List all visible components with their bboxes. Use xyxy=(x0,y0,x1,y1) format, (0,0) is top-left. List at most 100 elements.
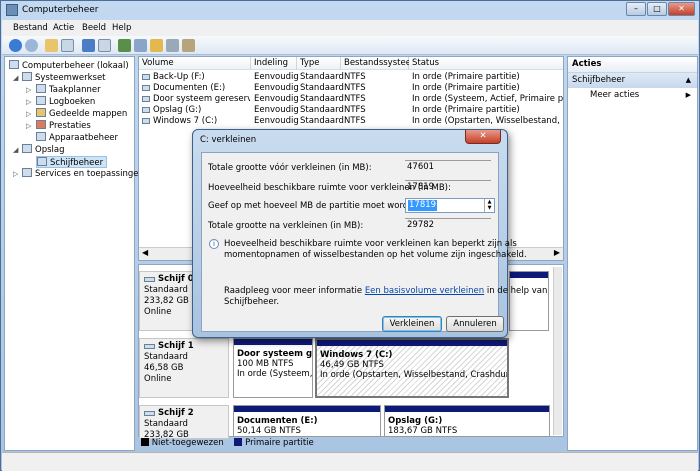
refresh-icon[interactable] xyxy=(118,39,131,52)
window-title: Computerbeheer xyxy=(22,5,99,15)
collapse-icon[interactable]: ◢ xyxy=(13,146,18,154)
navigation-tree: Computerbeheer (lokaal) ◢ Systeemwerkset… xyxy=(4,56,144,451)
column-header-bestandssysteem[interactable]: Bestandssysteem xyxy=(341,57,419,70)
partition-documenten-e[interactable]: Documenten (E:) 50,14 GB NTFS xyxy=(233,405,381,437)
submenu-arrow-icon: ▶ xyxy=(685,91,691,99)
tree-item-apparaatbeheer[interactable]: Apparaatbeheer xyxy=(36,132,118,144)
show-tree-icon[interactable] xyxy=(61,39,74,52)
disk-management-icon xyxy=(37,157,47,166)
cancel-button[interactable]: Annuleren xyxy=(446,316,504,332)
help-icon[interactable] xyxy=(82,39,95,52)
collapse-up-icon[interactable]: ▲ xyxy=(686,73,691,87)
shared-folder-icon xyxy=(36,108,46,117)
volume-icon xyxy=(142,74,150,80)
disk-icon[interactable] xyxy=(134,39,147,52)
dialog-title: C: verkleinen xyxy=(200,135,257,145)
column-header-volume[interactable]: Volume xyxy=(139,57,251,70)
tree-item-prestaties[interactable]: Prestaties xyxy=(36,120,91,132)
tools-icon xyxy=(22,72,32,81)
total-after-value: 29782 xyxy=(405,218,491,231)
info-text-2: momentopnamen of wisselbestanden op het … xyxy=(224,250,527,260)
services-icon xyxy=(22,168,32,177)
toolbar xyxy=(2,36,698,55)
expand-icon[interactable]: ▷ xyxy=(26,110,31,118)
vertical-scrollbar[interactable] xyxy=(553,267,562,435)
spin-down-icon[interactable]: ▼ xyxy=(484,205,494,212)
legend: Niet-toegewezen Primaire partitie xyxy=(141,438,314,450)
tree-item-logboeken[interactable]: Logboeken xyxy=(36,96,95,108)
up-folder-icon[interactable] xyxy=(45,39,58,52)
volume-icon xyxy=(142,85,150,91)
help-text-2: Schijfbeheer. xyxy=(224,297,280,307)
tree-item-gedeelde-mappen[interactable]: Gedeelde mappen xyxy=(36,108,127,120)
expand-icon[interactable]: ▷ xyxy=(13,170,18,178)
info-text-1: Hoeveelheid beschikbare ruimte voor verk… xyxy=(224,239,517,249)
available-value: 17819 xyxy=(405,180,491,193)
hard-disk-icon xyxy=(144,277,155,282)
collapse-icon[interactable]: ◢ xyxy=(13,74,18,82)
performance-icon xyxy=(36,120,46,129)
actions-pane: Acties Schijfbeheer ▲ Meer acties ▶ xyxy=(567,56,698,451)
expand-icon[interactable]: ▷ xyxy=(26,122,31,130)
menu-actie[interactable]: Actie xyxy=(53,23,74,33)
menu-bar: Bestand Actie Beeld Help xyxy=(2,20,698,36)
dialog-close-button[interactable]: ✕ xyxy=(465,130,501,144)
search-icon[interactable] xyxy=(166,39,179,52)
log-icon xyxy=(36,96,46,105)
clock-icon xyxy=(36,84,46,93)
volume-icon xyxy=(142,107,150,113)
total-before-label: Totale grootte vóór verkleinen (in MB): xyxy=(208,163,372,173)
column-header-indeling[interactable]: Indeling xyxy=(251,57,297,70)
shrink-button[interactable]: Verkleinen xyxy=(382,316,442,332)
open-folder-icon[interactable] xyxy=(150,39,163,52)
column-header-type[interactable]: Type xyxy=(297,57,341,70)
status-bar xyxy=(2,452,698,471)
dialog-body: Totale grootte vóór verkleinen (in MB): … xyxy=(201,152,547,332)
tree-item-systeemwerkset[interactable]: Systeemwerkset xyxy=(22,72,106,84)
volume-icon xyxy=(142,118,150,124)
tree-item-services[interactable]: Services en toepassingen xyxy=(22,168,144,180)
help-link[interactable]: Een basisvolume verkleinen xyxy=(365,286,484,296)
hard-disk-icon xyxy=(144,344,155,349)
partition-disk0-tail[interactable] xyxy=(509,271,549,331)
hard-disk-icon xyxy=(144,411,155,416)
properties-icon[interactable] xyxy=(98,39,111,52)
partition-windows7-c[interactable]: Windows 7 (C:) 46,49 GB NTFS In orde (Op… xyxy=(315,338,509,398)
disk-1-label[interactable]: Schijf 1 Standaard 46,58 GB Online xyxy=(139,338,229,398)
partition-opslag-g[interactable]: Opslag (G:) 183,67 GB NTFS xyxy=(384,405,550,437)
partition-system-reserved[interactable]: Door systeem gere 100 MB NTFS In orde (S… xyxy=(233,338,313,398)
computer-management-icon xyxy=(6,4,18,16)
scroll-left-icon[interactable]: ◀ xyxy=(142,248,148,257)
menu-beeld[interactable]: Beeld xyxy=(82,23,106,33)
shrink-dialog: C: verkleinen ✕ Totale grootte vóór verk… xyxy=(192,129,547,338)
device-manager-icon xyxy=(36,132,46,141)
maximize-button[interactable]: □ xyxy=(647,2,667,16)
tree-item-computerbeheer[interactable]: Computerbeheer (lokaal) xyxy=(9,60,129,72)
back-icon[interactable] xyxy=(9,39,22,52)
scroll-right-icon[interactable]: ▶ xyxy=(554,248,560,257)
shrink-amount-input[interactable]: 17819 ▲ ▼ xyxy=(405,198,495,213)
tree-item-taakplanner[interactable]: Taakplanner xyxy=(36,84,101,96)
unallocated-swatch xyxy=(141,438,149,446)
disk-2-label[interactable]: Schijf 2 Standaard 233,82 GB xyxy=(139,405,229,439)
forward-icon[interactable] xyxy=(25,39,38,52)
computer-icon xyxy=(9,60,19,69)
tree-item-schijfbeheer[interactable]: Schijfbeheer xyxy=(36,156,108,168)
tree-item-opslag[interactable]: Opslag xyxy=(22,144,64,156)
help-text: Raadpleeg voor meer informatie Een basis… xyxy=(224,286,548,296)
meer-acties-item[interactable]: Meer acties ▶ xyxy=(568,88,697,102)
expand-icon[interactable]: ▷ xyxy=(26,86,31,94)
primary-partition-swatch xyxy=(234,438,243,446)
minimize-button[interactable]: – xyxy=(626,2,646,16)
storage-icon xyxy=(22,144,32,153)
menu-help[interactable]: Help xyxy=(112,23,131,33)
column-header-status[interactable]: Status xyxy=(409,57,563,70)
menu-bestand[interactable]: Bestand xyxy=(13,23,48,33)
actions-section-schijfbeheer[interactable]: Schijfbeheer ▲ xyxy=(568,73,697,88)
close-button[interactable]: ✕ xyxy=(668,2,695,16)
volume-icon xyxy=(142,96,150,102)
expand-icon[interactable]: ▷ xyxy=(26,98,31,106)
total-before-value: 47601 xyxy=(405,160,491,173)
title-bar: Computerbeheer – □ ✕ xyxy=(1,1,699,20)
settings-icon[interactable] xyxy=(182,39,195,52)
